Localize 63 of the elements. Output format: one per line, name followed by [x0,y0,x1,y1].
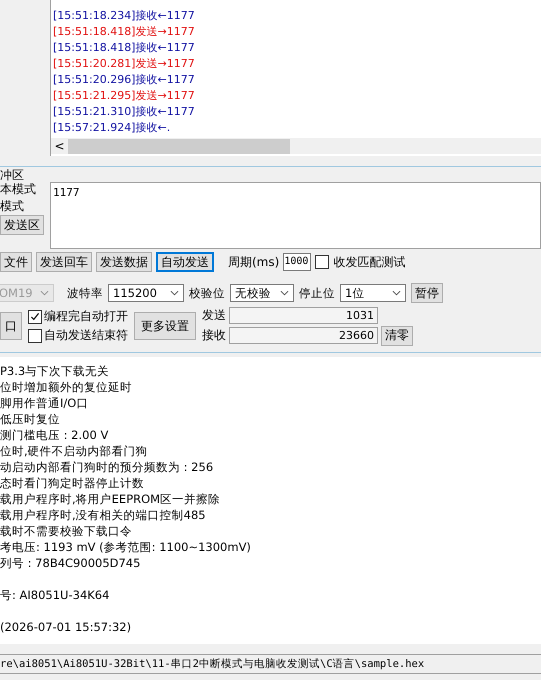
counter-field: 23660 [229,327,378,344]
mode-option[interactable]: 模式 [0,198,50,215]
info-line: 考电压: 1193 mV (参考范围: 1100~1300mV) [0,540,251,554]
more-settings-button[interactable]: 更多设置 [134,312,196,340]
info-line: 动启动内部看门狗时的预分频数为 : 256 [0,460,214,474]
scrollbar-thumb[interactable] [68,138,290,154]
checkbox[interactable] [28,328,42,342]
chevron-down-icon [280,290,289,296]
chevron-down-icon [40,290,49,296]
checkbox-label: 自动发送结束符 [44,327,128,344]
group-title: 冲区 [0,169,25,181]
file-path: re\ai8051\Ai8051U-32Bit\11-串口2中断模式与电脑收发测试\C语言\sample.hex [0,658,424,670]
period-label: 周期(ms) [228,254,280,270]
log-line: [15:51:18.418]接收←1177 [53,40,196,56]
setting-label: 停止位 [299,286,335,300]
info-line: 列号 : 78B4C90005D745 [0,556,140,570]
send-button[interactable]: 发送回车 [36,252,92,272]
counter-label: 发送 [202,306,226,324]
setting-dropdown[interactable]: 1位 [340,284,406,302]
reset-button[interactable]: 清零 [381,326,413,346]
info-line: 位时增加额外的复位延时 [0,380,132,394]
checkbox-label: 编程完自动打开 [44,308,128,325]
info-line: (2026-07-01 15:57:32) [0,620,132,634]
open-port-button[interactable]: 口 [0,312,22,340]
log-line: [15:51:21.310]接收←1177 [53,104,196,120]
counter-label: 接收 [202,327,226,344]
period-field[interactable]: 1000 [283,253,312,271]
chevron-down-icon [392,290,401,296]
info-line: 低压时复位 [0,412,60,426]
info-line: 脚用作普通I/O口 [0,396,88,410]
checkbox[interactable] [28,310,42,324]
setting-label: 波特率 [67,286,103,300]
info-line: 载时不需要校验下载口令 [0,524,132,538]
send-button[interactable]: 发送数据 [96,252,152,272]
info-line: 载用户程序时,将用户EEPROM区一并擦除 [0,492,220,506]
info-line: 态时看门狗定时器停止计数 [0,476,144,490]
info-line: 载用户程序时,没有相关的端口控制485 [0,508,206,522]
send-text-field[interactable]: 1177 [50,182,541,249]
setting-dropdown[interactable]: 115200 [108,284,184,302]
checkbox[interactable] [315,255,330,269]
setting-dropdown[interactable]: 无校验 [230,284,294,302]
info-line: 号: AI8051U-34K64 [0,588,110,602]
mode-option[interactable]: 本模式 [0,181,50,198]
info-line: P3.3与下次下载无关 [0,364,110,378]
pause-button[interactable]: 暂停 [411,283,443,303]
log-line: [15:51:20.281]发送→1177 [53,56,196,72]
log-line: [15:51:18.234]接收←1177 [53,8,196,24]
setting-label: 校验位 [189,286,225,300]
counter-field: 1031 [229,306,378,324]
log-line: [15:51:18.418]发送→1177 [53,24,196,40]
chevron-down-icon [170,290,179,296]
info-line: 测门槛电压 : 2.00 V [0,428,108,442]
checkmark-icon [29,310,41,322]
log-line: [15:51:20.296]接收←1177 [53,72,196,88]
send-button[interactable]: 文件 [0,252,32,272]
scroll-left-arrow[interactable]: < [51,139,68,153]
send-button[interactable]: 自动发送 [156,252,214,272]
clear-send-button[interactable]: 发送区 [0,215,44,235]
match-test-label: 收发匹配测试 [333,254,406,270]
info-line: 位时,硬件不启动内部看门狗 [0,444,148,458]
horizontal-scrollbar[interactable]: < [51,138,541,154]
log-line: [15:51:21.295]发送→1177 [53,88,196,104]
log-line: [15:57:21.924]接收←. [53,120,172,136]
